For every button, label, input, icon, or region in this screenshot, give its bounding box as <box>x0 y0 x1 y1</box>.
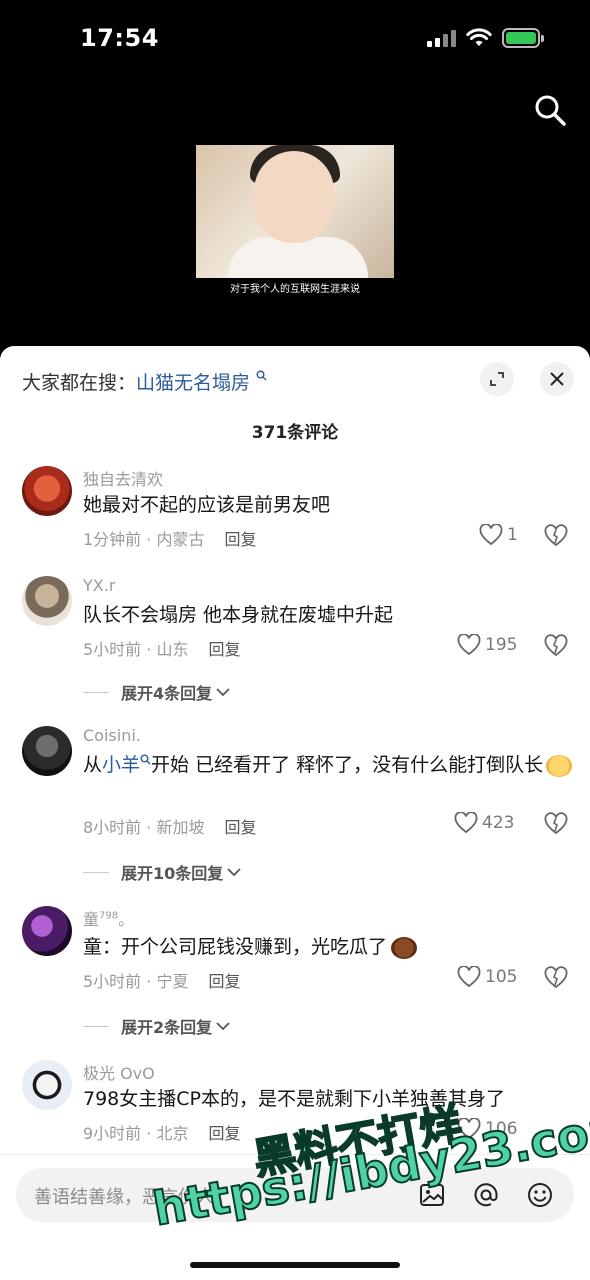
like-count: 423 <box>482 813 515 833</box>
video-caption: 对于我个人的互联网生涯来说 <box>230 284 360 295</box>
like-count: 195 <box>485 635 518 655</box>
expand-replies-label: 展开2条回复 <box>121 1018 213 1037</box>
comment-text: 798女主播CP本的，是不是就剩下小羊独善其身了 <box>83 1088 505 1110</box>
avatar[interactable] <box>22 1060 72 1110</box>
comment-meta: 5小时前 · 山东 回复 <box>83 636 240 660</box>
chevron-down-icon <box>227 868 241 877</box>
melon-emoji-icon <box>391 936 418 959</box>
comment-username[interactable]: 童798。 <box>83 906 134 930</box>
reply-button[interactable]: 回复 <box>208 640 240 659</box>
status-bar: 17:54 <box>0 0 590 80</box>
expand-replies-label: 展开4条回复 <box>121 684 213 703</box>
heart-icon <box>457 634 481 656</box>
reply-button[interactable]: 回复 <box>224 530 256 549</box>
comment-username[interactable]: 极光 OvO <box>83 1060 155 1084</box>
comment-count: 371条评论 <box>251 423 339 443</box>
like-count: 105 <box>485 967 518 987</box>
heart-icon <box>457 966 481 988</box>
heart-icon <box>479 524 503 546</box>
close-button[interactable] <box>540 362 574 396</box>
mention-icon[interactable] <box>472 1181 500 1209</box>
like-button[interactable]: 1 <box>479 524 518 546</box>
expand-button[interactable] <box>480 362 514 396</box>
trending-prefix: 大家都在搜： <box>22 372 137 394</box>
status-icons <box>427 28 544 48</box>
expand-replies-button[interactable]: 展开2条回复 <box>83 1014 231 1038</box>
search-icon[interactable] <box>532 92 568 128</box>
heart-icon <box>454 812 478 834</box>
comment-meta: 5小时前 · 宁夏 回复 <box>83 968 240 992</box>
comment-username-text: 童 <box>83 910 100 929</box>
comment-meta: 8小时前 · 新加坡 回复 <box>83 814 256 838</box>
expand-replies-label: 展开10条回复 <box>121 864 224 883</box>
sunglasses-emoji-icon <box>546 754 573 777</box>
close-icon <box>550 372 564 386</box>
comment-text: 她最对不起的应该是前男友吧 <box>83 494 331 516</box>
like-button[interactable]: 105 <box>457 966 517 988</box>
video-player[interactable] <box>196 145 394 278</box>
avatar[interactable] <box>22 576 72 626</box>
wifi-icon <box>466 28 492 46</box>
search-icon <box>140 754 151 765</box>
comment-search-link[interactable]: 小羊 <box>102 754 140 776</box>
expand-icon <box>490 372 504 386</box>
avatar[interactable] <box>22 906 72 956</box>
avatar[interactable] <box>22 726 72 776</box>
status-time: 17:54 <box>80 24 159 52</box>
home-indicator <box>190 1262 400 1268</box>
comment-text: 童：开个公司屁钱没赚到，光吃瓜了 <box>83 932 573 962</box>
battery-icon <box>502 28 544 48</box>
comment-username[interactable]: 独自去清欢 <box>83 466 163 490</box>
like-button[interactable]: 195 <box>457 634 517 656</box>
dislike-heart-icon[interactable] <box>544 812 568 836</box>
comment-time-location: 1分钟前 · 内蒙古 <box>83 530 205 549</box>
emoji-icon[interactable] <box>526 1181 554 1209</box>
comment-time-location: 5小时前 · 山东 <box>83 640 189 659</box>
reply-button[interactable]: 回复 <box>208 1124 240 1143</box>
comment-text-part: 从 <box>83 754 103 776</box>
comment-meta: 1分钟前 · 内蒙古 回复 <box>83 526 256 550</box>
search-icon <box>256 370 267 381</box>
comment-text: 从小羊 开始 已经看开了 释怀了，没有什么能打倒队长 <box>83 750 573 780</box>
comment-time-location: 5小时前 · 宁夏 <box>83 972 189 991</box>
chevron-down-icon <box>216 688 230 697</box>
comment-text-part: 开始 已经看开了 释怀了，没有什么能打倒队长 <box>151 754 544 776</box>
comment-username-suffix: 。 <box>118 910 135 929</box>
comment-username-sup: 798 <box>99 910 119 922</box>
cellular-signal-icon <box>427 29 456 47</box>
reply-button[interactable]: 回复 <box>208 972 240 991</box>
dislike-heart-icon[interactable] <box>544 634 568 658</box>
comment-text: 队长不会塌房 他本身就在废墟中升起 <box>83 604 394 626</box>
trending-search[interactable]: 大家都在搜：山猫无名塌房 <box>22 368 267 395</box>
like-count: 1 <box>507 525 518 545</box>
avatar[interactable] <box>22 466 72 516</box>
like-button[interactable]: 423 <box>454 812 514 834</box>
comment-username[interactable]: Coisini. <box>83 726 141 745</box>
comment-username[interactable]: YX.r <box>83 576 115 595</box>
reply-button[interactable]: 回复 <box>224 818 256 837</box>
expand-replies-button[interactable]: 展开4条回复 <box>83 680 231 704</box>
dislike-heart-icon[interactable] <box>544 524 568 548</box>
comment-text-part: 童：开个公司屁钱没赚到，光吃瓜了 <box>83 936 388 958</box>
chevron-down-icon <box>216 1022 230 1031</box>
comment-time-location: 8小时前 · 新加坡 <box>83 818 205 837</box>
expand-replies-button[interactable]: 展开10条回复 <box>83 860 242 884</box>
dislike-heart-icon[interactable] <box>544 966 568 990</box>
comment-time-location: 9小时前 · 北京 <box>83 1124 189 1143</box>
comment-meta: 9小时前 · 北京 回复 <box>83 1120 240 1144</box>
trending-term-link[interactable]: 山猫无名塌房 <box>136 372 250 394</box>
